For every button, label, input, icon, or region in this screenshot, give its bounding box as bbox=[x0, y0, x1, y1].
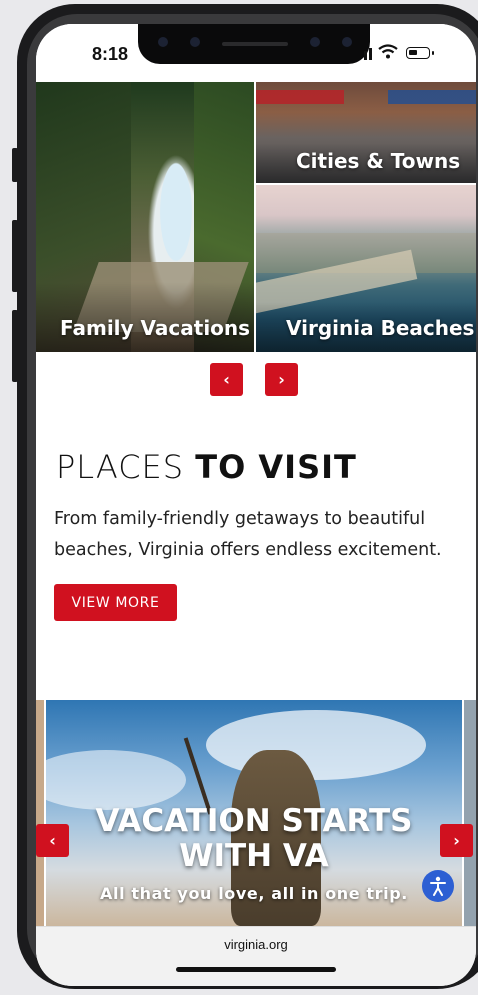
camera-icon bbox=[158, 37, 168, 47]
chevron-left-icon: ‹ bbox=[223, 370, 230, 389]
next-slide-peek bbox=[464, 700, 476, 926]
prev-slide-peek bbox=[36, 700, 44, 926]
accessibility-button[interactable] bbox=[422, 870, 454, 902]
battery-icon bbox=[406, 47, 430, 59]
hero-next-button[interactable]: › bbox=[440, 824, 473, 857]
volume-up-button bbox=[12, 220, 18, 292]
accessibility-icon bbox=[430, 876, 446, 896]
hero-subtitle: All that you love, all in one trip. bbox=[100, 884, 408, 903]
hero-title-line2: WITH VA bbox=[179, 838, 329, 874]
chevron-left-icon: ‹ bbox=[49, 831, 56, 850]
tile-label: Cities & Towns bbox=[296, 149, 461, 173]
carousel-prev-button[interactable]: ‹ bbox=[210, 363, 243, 396]
heading-bold: TO VISIT bbox=[195, 448, 357, 486]
tile-label: Virginia Beaches bbox=[286, 316, 475, 340]
section-heading: PLACES TO VISIT bbox=[56, 448, 357, 486]
status-time: 8:18 bbox=[92, 44, 129, 64]
mute-switch bbox=[12, 148, 18, 182]
wifi-icon bbox=[378, 44, 398, 59]
notch bbox=[138, 24, 370, 64]
chevron-right-icon: › bbox=[453, 831, 460, 850]
hero-prev-button[interactable]: ‹ bbox=[36, 824, 69, 857]
heading-light: PLACES bbox=[56, 448, 185, 486]
status-bar: 8:18 bbox=[36, 24, 476, 82]
chevron-right-icon: › bbox=[278, 370, 285, 389]
tile-label: Family Vacations bbox=[60, 316, 251, 340]
hero-title: VACATION STARTS WITH VA bbox=[46, 804, 462, 874]
sensor-icon bbox=[342, 37, 352, 47]
url-text[interactable]: virginia.org bbox=[36, 937, 476, 952]
section-description: From family-friendly getaways to beautif… bbox=[54, 509, 442, 560]
sensor-icon bbox=[310, 37, 320, 47]
home-indicator[interactable] bbox=[176, 967, 336, 972]
tile-cities-towns[interactable]: Cities & Towns bbox=[256, 82, 476, 183]
sensor-icon bbox=[190, 37, 200, 47]
tile-family-vacations[interactable]: Family Vacations bbox=[36, 82, 254, 352]
hero-title-line1: VACATION STARTS bbox=[95, 803, 413, 839]
carousel-next-button[interactable]: › bbox=[265, 363, 298, 396]
signal-icon bbox=[364, 48, 372, 60]
view-more-button[interactable]: VIEW MORE bbox=[54, 584, 177, 621]
destinations-grid: Family Vacations Cities & Towns Virginia… bbox=[36, 82, 476, 352]
browser-bar: virginia.org bbox=[36, 926, 476, 986]
volume-down-button bbox=[12, 310, 18, 382]
speaker-grille bbox=[222, 42, 288, 46]
tile-virginia-beaches[interactable]: Virginia Beaches bbox=[256, 185, 476, 352]
phone-screen: 8:18 Family Vacations Cities & Towns Vir… bbox=[36, 24, 476, 986]
hero-banner[interactable]: VACATION STARTS WITH VA All that you lov… bbox=[46, 700, 462, 926]
